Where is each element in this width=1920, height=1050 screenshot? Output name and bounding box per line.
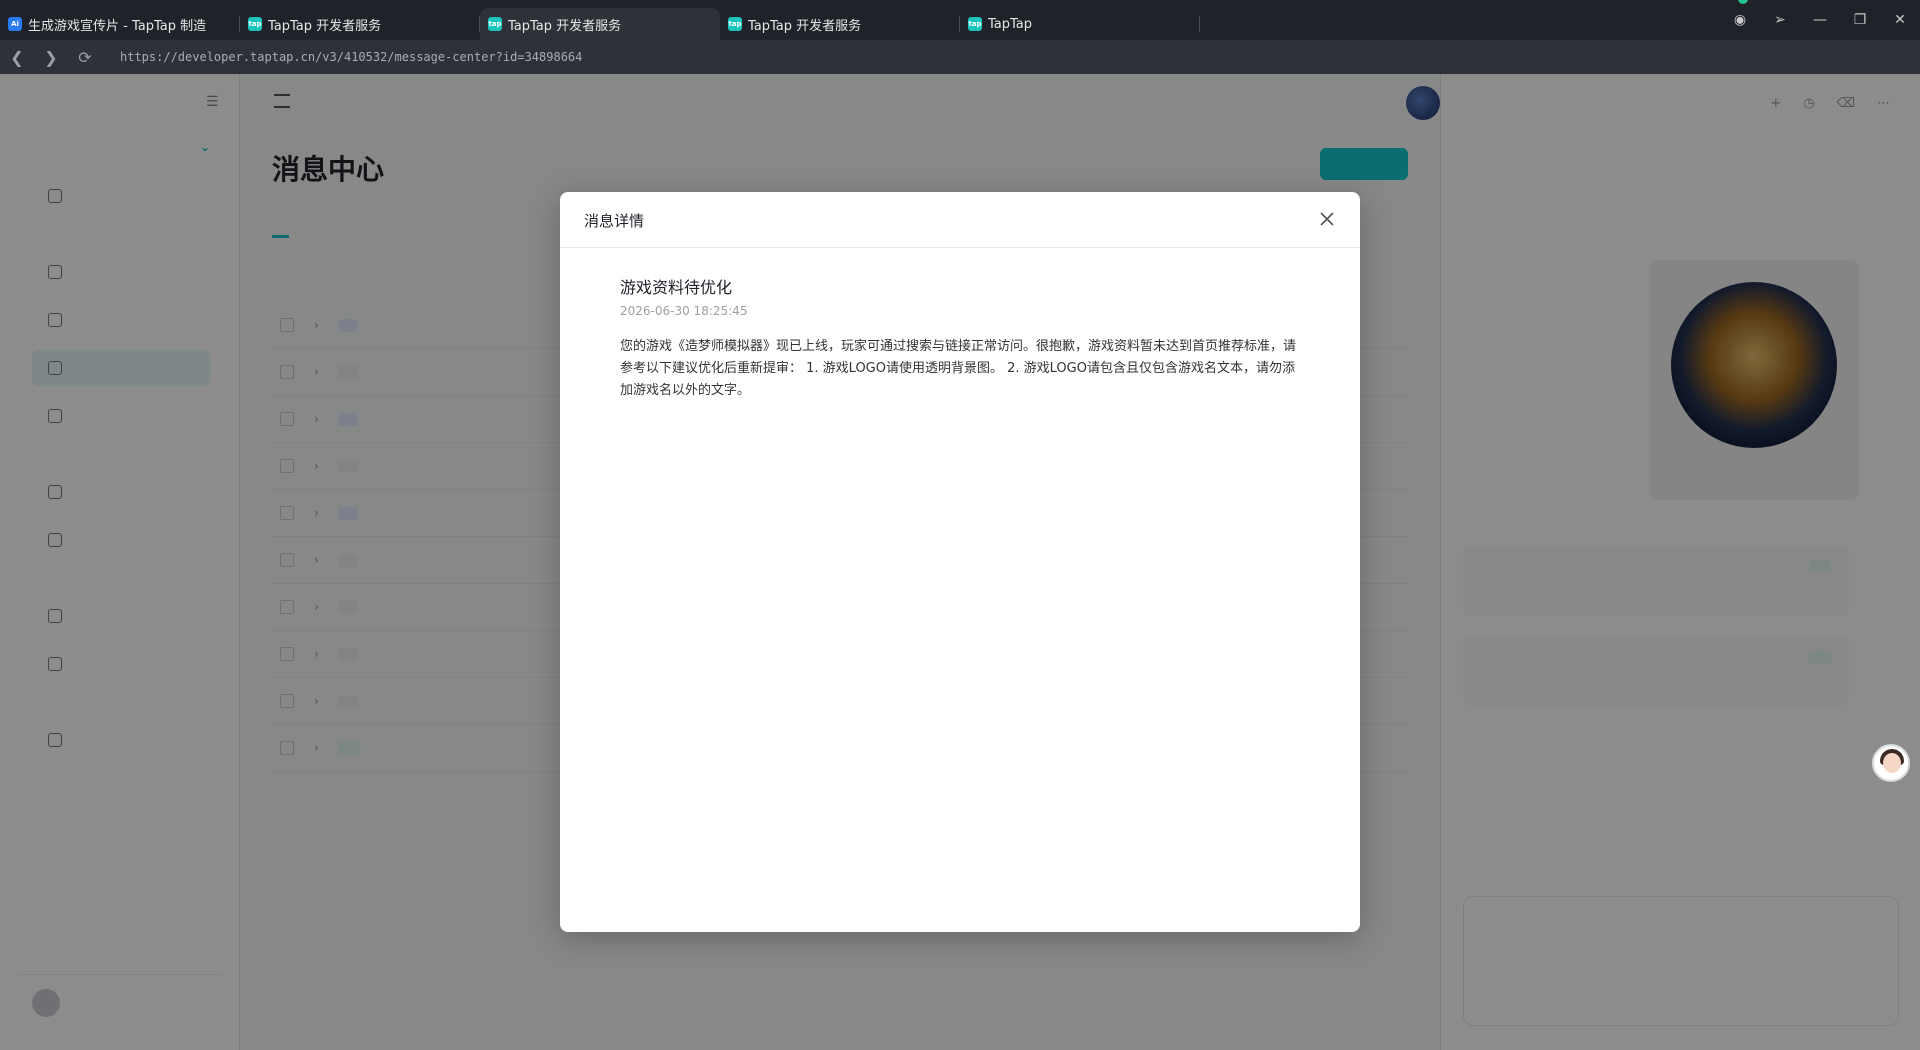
window-controls: ◉ ➢ — ❐ ✕ — [1720, 0, 1920, 40]
reload-icon[interactable]: ⟳ — [68, 48, 102, 67]
browser-tab-4[interactable]: tap TapTap 开发者服务 — [720, 8, 960, 40]
taptap-favicon-icon: tap — [248, 17, 262, 31]
browser-tab-3-active[interactable]: tap TapTap 开发者服务 — [480, 8, 720, 40]
restore-icon[interactable]: ❐ — [1840, 12, 1880, 28]
taptap-favicon-icon: tap — [488, 17, 502, 31]
pin-icon[interactable]: ➢ — [1760, 12, 1800, 28]
back-icon[interactable]: ❮ — [0, 48, 34, 67]
modal-header: 消息详情 — [560, 192, 1360, 248]
extension-icon[interactable]: ◉ — [1720, 12, 1760, 28]
url-field[interactable]: https://developer.taptap.cn/v3/410532/me… — [120, 50, 582, 64]
message-detail-modal: 消息详情 游戏资料待优化 2026-06-30 18:25:45 您的游戏《造梦… — [560, 192, 1360, 932]
tab-label: TapTap 开发者服务 — [748, 18, 862, 34]
tab-label: TapTap — [988, 16, 1033, 32]
message-time: 2026-06-30 18:25:45 — [620, 304, 748, 318]
minimize-icon[interactable]: — — [1800, 12, 1840, 28]
assistant-avatar[interactable] — [1872, 744, 1910, 782]
address-bar: ❮ ❯ ⟳ https://developer.taptap.cn/v3/410… — [0, 40, 1920, 74]
modal-title: 消息详情 — [584, 212, 645, 230]
browser-tab-bar: Ai 生成游戏宣传片 - TapTap 制造 tap TapTap 开发者服务 … — [0, 0, 1920, 40]
close-icon[interactable] — [1316, 208, 1338, 230]
ai-favicon-icon: Ai — [8, 17, 22, 31]
forward-icon[interactable]: ❯ — [34, 48, 68, 67]
close-icon[interactable]: ✕ — [1880, 12, 1920, 28]
browser-tab-1[interactable]: Ai 生成游戏宣传片 - TapTap 制造 — [0, 8, 240, 40]
message-title: 游戏资料待优化 — [620, 278, 733, 297]
browser-tab-5[interactable]: tap TapTap — [960, 8, 1200, 40]
tab-label: 生成游戏宣传片 - TapTap 制造 — [28, 18, 207, 34]
taptap-favicon-icon: tap — [728, 17, 742, 31]
tab-label: TapTap 开发者服务 — [508, 18, 622, 34]
taptap-favicon-icon: tap — [968, 17, 982, 31]
browser-tab-2[interactable]: tap TapTap 开发者服务 — [240, 8, 480, 40]
tab-label: TapTap 开发者服务 — [268, 18, 382, 34]
message-body: 您的游戏《造梦师模拟器》现已上线，玩家可通过搜索与链接正常访问。很抱歉，游戏资料… — [620, 339, 1297, 398]
